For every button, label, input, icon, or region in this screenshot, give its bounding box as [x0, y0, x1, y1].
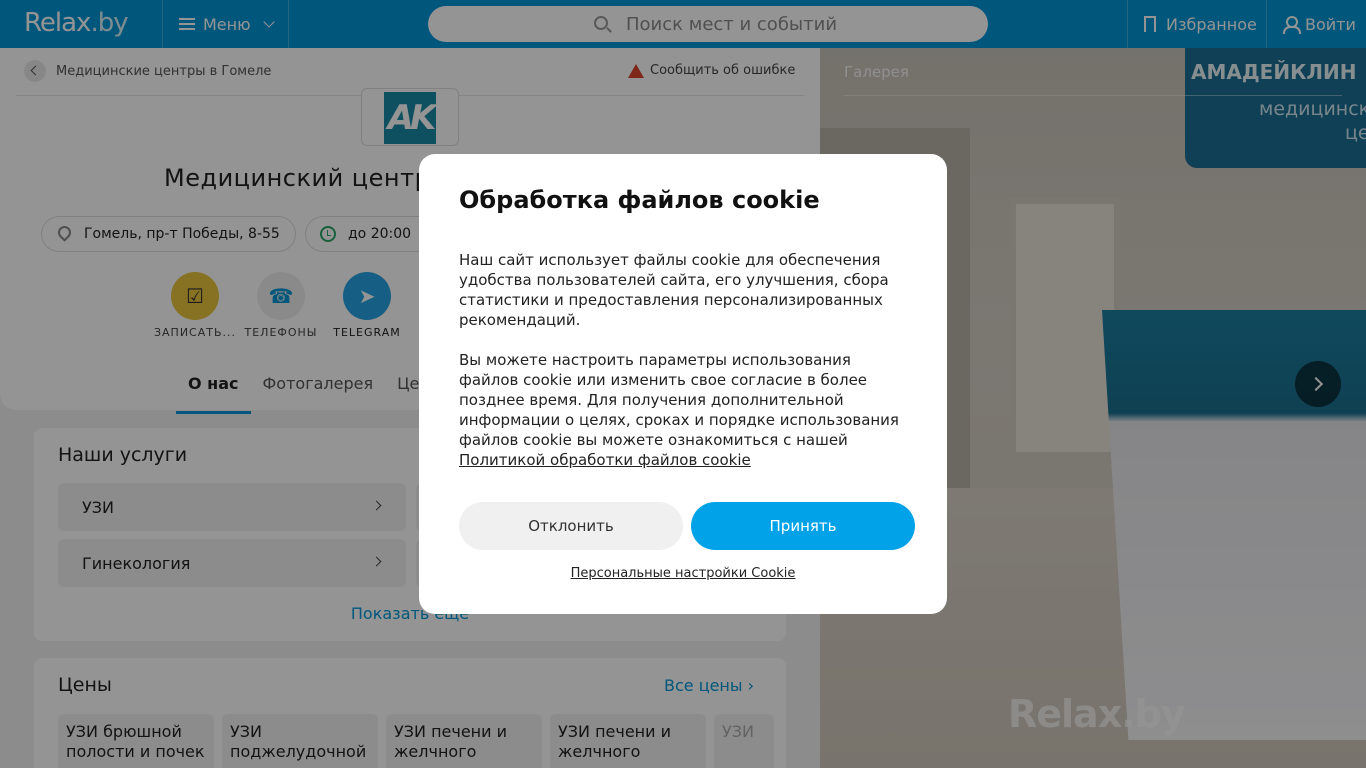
- cookie-paragraph-text: Вы можете настроить параметры использова…: [459, 351, 899, 449]
- cookie-dialog-title: Обработка файлов cookie: [459, 186, 820, 214]
- personal-settings-link[interactable]: Персональные настройки Cookie: [419, 566, 947, 581]
- decline-button[interactable]: Отклонить: [459, 502, 683, 550]
- cookie-paragraph: Вы можете настроить параметры использова…: [459, 350, 909, 470]
- cookie-paragraph: Наш сайт использует файлы cookie для обе…: [459, 251, 889, 329]
- cookie-dialog: Обработка файлов cookie Наш сайт использ…: [419, 154, 947, 614]
- accept-button[interactable]: Принять: [691, 502, 915, 550]
- cookie-policy-link[interactable]: Политикой обработки файлов cookie: [459, 451, 751, 469]
